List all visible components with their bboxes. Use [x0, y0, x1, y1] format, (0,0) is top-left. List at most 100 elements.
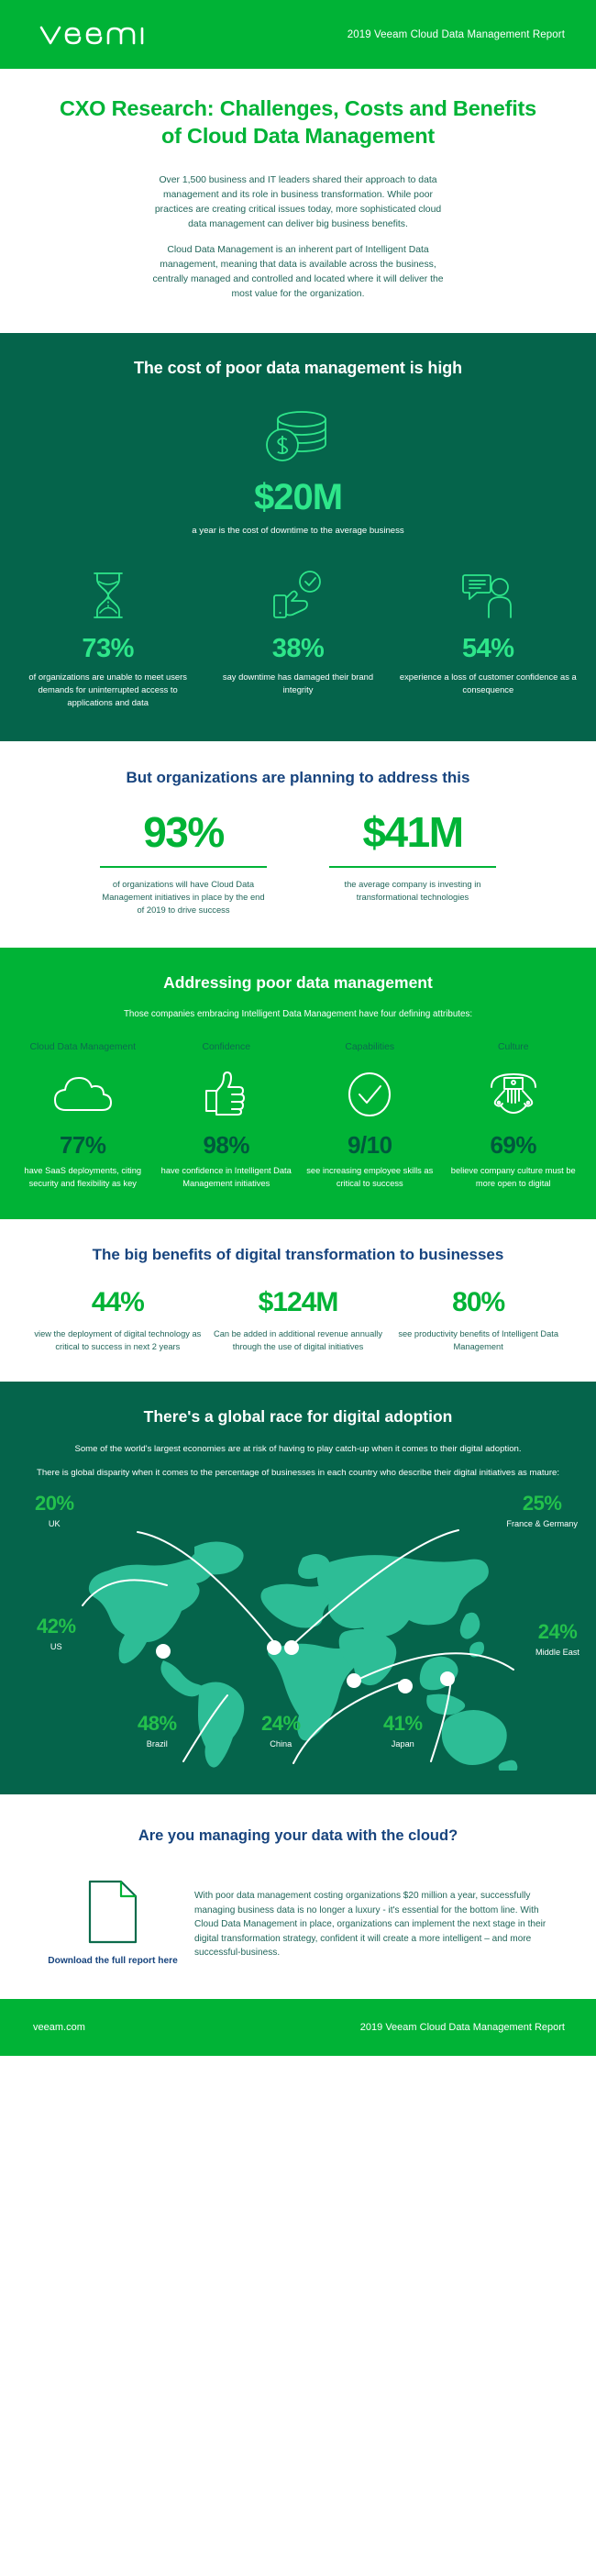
map-label-value: 20%: [35, 1491, 74, 1515]
cost-section-heading: The cost of poor data management is high: [133, 358, 463, 377]
attribute-value: 98%: [203, 1131, 250, 1160]
attributes-row: Cloud Data Management 77% have SaaS depl…: [0, 1041, 596, 1190]
map-label-value: 41%: [383, 1711, 423, 1735]
map-intro: Some of the world's largest economies ar…: [0, 1443, 596, 1481]
benefits-row: 44% view the deployment of digital techn…: [0, 1289, 596, 1354]
planning-stat-item: 93% of organizations will have Cloud Dat…: [69, 811, 298, 916]
cost-stat-item: 54% experience a loss of customer confid…: [393, 568, 583, 708]
benefit-item: $124M Can be added in additional revenue…: [208, 1289, 389, 1354]
benefits-section: The big benefits of digital transformati…: [0, 1219, 596, 1382]
hero-paragraph-1: Over 1,500 business and IT leaders share…: [154, 175, 442, 229]
top-bar: 2019 Veeam Cloud Data Management Report: [0, 0, 596, 69]
map-label-uk: 20% UK: [35, 1493, 74, 1528]
map-label-china: 24% China: [261, 1711, 301, 1749]
benefit-caption: view the deployment of digital technolog…: [34, 1329, 202, 1352]
attribute-caption: have SaaS deployments, citing security a…: [24, 1166, 142, 1188]
cost-stat-value: 54%: [462, 634, 514, 664]
divider-rule: [100, 866, 267, 868]
benefit-value: $124M: [258, 1287, 339, 1318]
cta-heading: Are you managing your data with the clou…: [138, 1827, 458, 1844]
cost-stat-caption: experience a loss of customer confidence…: [399, 672, 577, 694]
world-map-chart: 20% UK 25% France & Germany 42% US 24% M…: [0, 1486, 596, 1771]
veeam-logo-icon: [39, 26, 144, 44]
cloud-icon: [15, 1069, 151, 1120]
hero-paragraph-2: Cloud Data Management is an inherent par…: [152, 245, 444, 299]
download-report-link[interactable]: Download the full report here: [44, 1955, 182, 1968]
hand-check-icon: [208, 568, 387, 621]
map-section: There's a global race for digital adopti…: [0, 1382, 596, 1794]
map-label-middle-east: 24% Middle East: [535, 1619, 579, 1657]
benefit-caption: Can be added in additional revenue annua…: [214, 1329, 383, 1352]
footer-report-title: 2019 Veeam Cloud Data Management Report: [359, 2022, 565, 2034]
attribute-value: 77%: [59, 1131, 106, 1160]
map-label-france-germany: 25% France & Germany: [506, 1493, 578, 1528]
handshake-icon: [446, 1069, 582, 1120]
planning-stat-value: 93%: [143, 808, 225, 857]
footer-website-link[interactable]: veeam.com: [33, 2022, 85, 2033]
attribute-item: Cloud Data Management 77% have SaaS depl…: [11, 1041, 155, 1190]
map-label-name: Brazil: [146, 1738, 168, 1749]
cost-stat-caption: of organizations are unable to meet user…: [28, 672, 187, 707]
attribute-caption: believe company culture must be more ope…: [450, 1166, 576, 1188]
attribute-value: 9/10: [347, 1131, 392, 1160]
map-label-name: China: [270, 1738, 292, 1749]
veeam-logo[interactable]: [39, 20, 145, 50]
cost-stat-value: 73%: [82, 634, 134, 664]
map-intro-paragraph-1: Some of the world's largest economies ar…: [74, 1444, 522, 1455]
map-label-name: UK: [48, 1518, 61, 1528]
map-label-value: 24%: [537, 1619, 578, 1643]
map-label-us: 42% US: [37, 1616, 76, 1651]
map-label-brazil: 48% Brazil: [138, 1711, 177, 1749]
attribute-value: 69%: [490, 1131, 537, 1160]
infographic-page: 2019 Veeam Cloud Data Management Report …: [0, 0, 596, 2576]
map-label-value: 25%: [522, 1491, 562, 1515]
planning-stats-row: 93% of organizations will have Cloud Dat…: [0, 811, 596, 916]
speech-person-icon: [399, 568, 578, 621]
cta-section: Are you managing your data with the clou…: [0, 1793, 596, 2000]
cost-section: The cost of poor data management is high…: [0, 332, 596, 742]
cta-body-text: With poor data management costing organi…: [194, 1890, 546, 1959]
planning-stat-value: $41M: [362, 808, 464, 857]
check-circle-icon: [302, 1069, 438, 1120]
map-label-japan: 41% Japan: [383, 1711, 423, 1749]
attribute-tag: Confidence: [202, 1042, 251, 1053]
attributes-section-heading: Addressing poor data management: [163, 972, 433, 992]
attribute-caption: see increasing employee skills as critic…: [306, 1166, 434, 1188]
cost-stat-item: 38% say downtime has damaged their brand…: [203, 568, 392, 708]
map-label-name: Middle East: [535, 1647, 579, 1657]
attribute-tag: Cloud Data Management: [29, 1042, 137, 1053]
attribute-item: Capabilities 9/10 see increasing employe…: [298, 1041, 442, 1190]
hero-section: CXO Research: Challenges, Costs and Bene…: [0, 69, 596, 333]
map-label-value: 42%: [37, 1614, 76, 1638]
hero-body: Over 1,500 business and IT leaders share…: [149, 173, 447, 302]
benefit-item: 80% see productivity benefits of Intelli…: [388, 1289, 568, 1354]
hourglass-icon: [18, 568, 197, 621]
coin-stack-icon: [266, 410, 326, 461]
cta-download-block[interactable]: Download the full report here: [44, 1878, 182, 1968]
document-icon: [88, 1880, 138, 1943]
planning-stat-item: $41M the average company is investing in…: [298, 811, 527, 916]
cost-stats-row: 73% of organizations are unable to meet …: [0, 568, 596, 708]
cost-stat-caption: say downtime has damaged their brand int…: [222, 672, 374, 694]
map-label-value: 48%: [138, 1711, 177, 1735]
map-label-name: US: [50, 1641, 62, 1651]
page-title: CXO Research: Challenges, Costs and Bene…: [59, 96, 537, 149]
map-intro-paragraph-2: There is global disparity when it comes …: [36, 1468, 560, 1479]
cost-hero-value: $20M: [253, 476, 343, 517]
map-label-value: 24%: [261, 1711, 301, 1735]
header-report-title: 2019 Veeam Cloud Data Management Report: [347, 28, 565, 40]
map-label-name: France & Germany: [506, 1518, 578, 1528]
planning-section: But organizations are planning to addres…: [0, 741, 596, 948]
benefits-section-heading: The big benefits of digital transformati…: [92, 1246, 504, 1264]
planning-section-heading: But organizations are planning to addres…: [126, 769, 470, 787]
cta-row: Download the full report here With poor …: [0, 1878, 596, 1968]
attribute-tag: Culture: [498, 1042, 529, 1053]
cost-hero-caption: a year is the cost of downtime to the av…: [192, 525, 404, 536]
cost-stat-value: 38%: [271, 634, 325, 664]
planning-stat-caption: the average company is investing in tran…: [344, 878, 481, 902]
benefit-item: 44% view the deployment of digital techn…: [28, 1289, 208, 1354]
attribute-caption: have confidence in Intelligent Data Mana…: [160, 1166, 292, 1188]
planning-stat-caption: of organizations will have Cloud Data Ma…: [102, 878, 265, 915]
cost-stat-item: 73% of organizations are unable to meet …: [13, 568, 203, 708]
attribute-item: Culture 69% believe company culture must…: [442, 1041, 586, 1190]
